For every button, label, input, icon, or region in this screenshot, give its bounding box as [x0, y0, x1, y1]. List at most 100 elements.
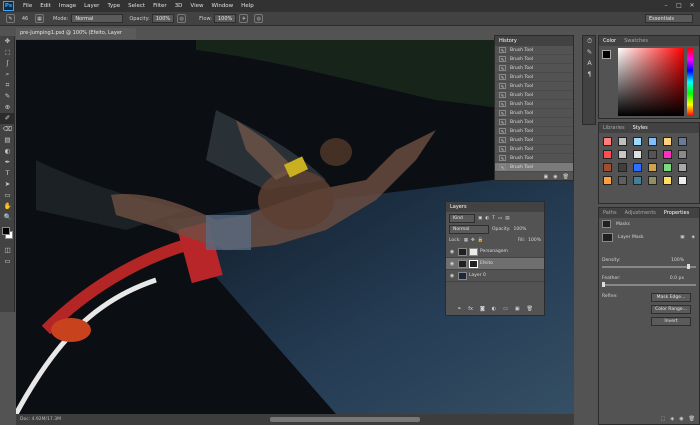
history-item[interactable]: ✎ Brush Tool: [495, 55, 573, 64]
style-swatch[interactable]: [603, 163, 612, 172]
select-pixel-mask-icon[interactable]: ▣: [680, 235, 684, 240]
workspace-select[interactable]: Essentials: [645, 14, 693, 23]
menu-3d[interactable]: 3D: [171, 3, 187, 9]
history-item[interactable]: ✎ Brush Tool: [495, 136, 573, 145]
move-tool[interactable]: ✥: [0, 36, 15, 47]
history-item[interactable]: ✎ Brush Tool: [495, 118, 573, 127]
brush-panel-icon[interactable]: ▦: [35, 14, 44, 23]
history-item[interactable]: ✎ Brush Tool: [495, 109, 573, 118]
menu-image[interactable]: Image: [55, 3, 80, 9]
maximize-button[interactable]: □: [673, 0, 685, 12]
style-swatch[interactable]: [603, 176, 612, 185]
style-swatch[interactable]: [618, 150, 627, 159]
layer-row-selected[interactable]: ◉ Efeito: [446, 258, 544, 270]
airbrush-icon[interactable]: ✈: [239, 14, 249, 23]
paragraph-panel-icon[interactable]: ¶: [583, 69, 596, 80]
hand-tool[interactable]: ✋: [0, 201, 15, 212]
foreground-color-chip[interactable]: [602, 50, 611, 59]
density-slider-thumb[interactable]: [687, 264, 690, 269]
swatches-tab[interactable]: Swatches: [624, 36, 648, 46]
history-item[interactable]: ✎ Brush Tool: [495, 64, 573, 73]
style-swatch[interactable]: [663, 137, 672, 146]
brush-size-label[interactable]: 46: [18, 16, 32, 22]
link-layers-icon[interactable]: ⚭: [457, 304, 461, 315]
screen-mode-icon[interactable]: ▭: [0, 256, 15, 267]
eraser-tool[interactable]: ⌫: [0, 124, 15, 135]
feather-slider-thumb[interactable]: [602, 282, 605, 287]
menu-file[interactable]: File: [19, 3, 36, 9]
style-swatch[interactable]: [603, 137, 612, 146]
visibility-eye-icon[interactable]: ◉: [448, 273, 456, 279]
history-item[interactable]: ✎ Brush Tool: [495, 127, 573, 136]
history-item[interactable]: ✎ Brush Tool: [495, 154, 573, 163]
rectangle-tool[interactable]: ▭: [0, 190, 15, 201]
style-swatch[interactable]: [618, 137, 627, 146]
color-picker-field[interactable]: [618, 48, 684, 116]
new-layer-icon[interactable]: ▣: [515, 304, 520, 315]
marquee-tool[interactable]: ⬚: [0, 47, 15, 58]
layer-name[interactable]: Efeito: [480, 261, 493, 266]
menu-help[interactable]: Help: [237, 3, 258, 9]
quick-mask-icon[interactable]: ◫: [0, 245, 15, 256]
style-swatch[interactable]: [678, 163, 687, 172]
style-swatch[interactable]: [603, 150, 612, 159]
filter-adjust-icon[interactable]: ◐: [485, 216, 489, 221]
apply-mask-icon[interactable]: ◈: [670, 416, 674, 422]
menu-layer[interactable]: Layer: [80, 3, 103, 9]
filter-pixel-icon[interactable]: ▣: [478, 216, 482, 221]
horizontal-scrollbar[interactable]: [270, 417, 420, 422]
style-swatch[interactable]: [678, 176, 687, 185]
layer-kind-filter[interactable]: Kind: [449, 213, 475, 223]
history-item-selected[interactable]: ✎ Brush Tool: [495, 163, 573, 172]
filter-type-icon[interactable]: T: [492, 216, 495, 221]
style-swatch[interactable]: [648, 150, 657, 159]
zoom-tool[interactable]: 🔍: [0, 212, 15, 223]
menu-view[interactable]: View: [186, 3, 207, 9]
styles-tab[interactable]: Styles: [633, 123, 648, 133]
dodge-tool[interactable]: ◐: [0, 146, 15, 157]
color-tab[interactable]: Color: [603, 36, 616, 46]
style-swatch[interactable]: [633, 150, 642, 159]
menu-filter[interactable]: Filter: [149, 3, 171, 9]
color-range-button[interactable]: Color Range...: [651, 305, 691, 314]
layer-name[interactable]: Personagem: [480, 249, 508, 254]
layer-opacity-value[interactable]: 100%: [514, 227, 527, 232]
history-panel-icon[interactable]: ⏱: [583, 36, 596, 47]
hue-slider[interactable]: [687, 48, 693, 116]
lock-all-icon[interactable]: 🔒: [478, 238, 484, 243]
style-swatch[interactable]: [648, 163, 657, 172]
quick-select-tool[interactable]: ⌕: [0, 69, 15, 80]
foreground-color-swatch[interactable]: [2, 227, 10, 235]
style-swatch[interactable]: [633, 176, 642, 185]
close-button[interactable]: ✕: [686, 0, 698, 12]
visibility-icon[interactable]: ◉: [679, 416, 683, 422]
style-swatch[interactable]: [678, 150, 687, 159]
feather-value[interactable]: 0.0 px: [670, 276, 684, 281]
document-tab[interactable]: pre-Jumping1.psd @ 100% (Efeito, Layer M…: [16, 28, 136, 47]
style-swatch[interactable]: [633, 137, 642, 146]
character-panel-icon[interactable]: A: [583, 58, 596, 69]
minimize-button[interactable]: –: [660, 0, 672, 12]
lock-pixels-icon[interactable]: ▦: [464, 238, 468, 243]
layer-name[interactable]: Layer 0: [469, 273, 486, 278]
layers-tab[interactable]: Layers: [450, 202, 467, 212]
brush-tool[interactable]: ✐: [0, 113, 15, 124]
path-select-tool[interactable]: ➤: [0, 179, 15, 190]
density-slider[interactable]: [602, 264, 696, 269]
add-vector-mask-icon[interactable]: ◈: [692, 235, 695, 240]
type-tool[interactable]: T: [0, 168, 15, 179]
lasso-tool[interactable]: ʃ: [0, 58, 15, 69]
new-group-icon[interactable]: ▭: [503, 304, 508, 315]
menu-select[interactable]: Select: [124, 3, 149, 9]
style-swatch[interactable]: [663, 163, 672, 172]
density-value[interactable]: 100%: [671, 258, 684, 263]
gradient-tool[interactable]: ▤: [0, 135, 15, 146]
blend-mode-select[interactable]: Normal: [449, 225, 489, 234]
mode-select[interactable]: Normal: [71, 14, 124, 23]
flow-field[interactable]: 100%: [214, 14, 237, 23]
visibility-eye-icon[interactable]: ◉: [448, 261, 456, 267]
style-swatch[interactable]: [648, 176, 657, 185]
history-item[interactable]: ✎ Brush Tool: [495, 73, 573, 82]
style-swatch[interactable]: [618, 176, 627, 185]
feather-slider[interactable]: [602, 282, 696, 287]
